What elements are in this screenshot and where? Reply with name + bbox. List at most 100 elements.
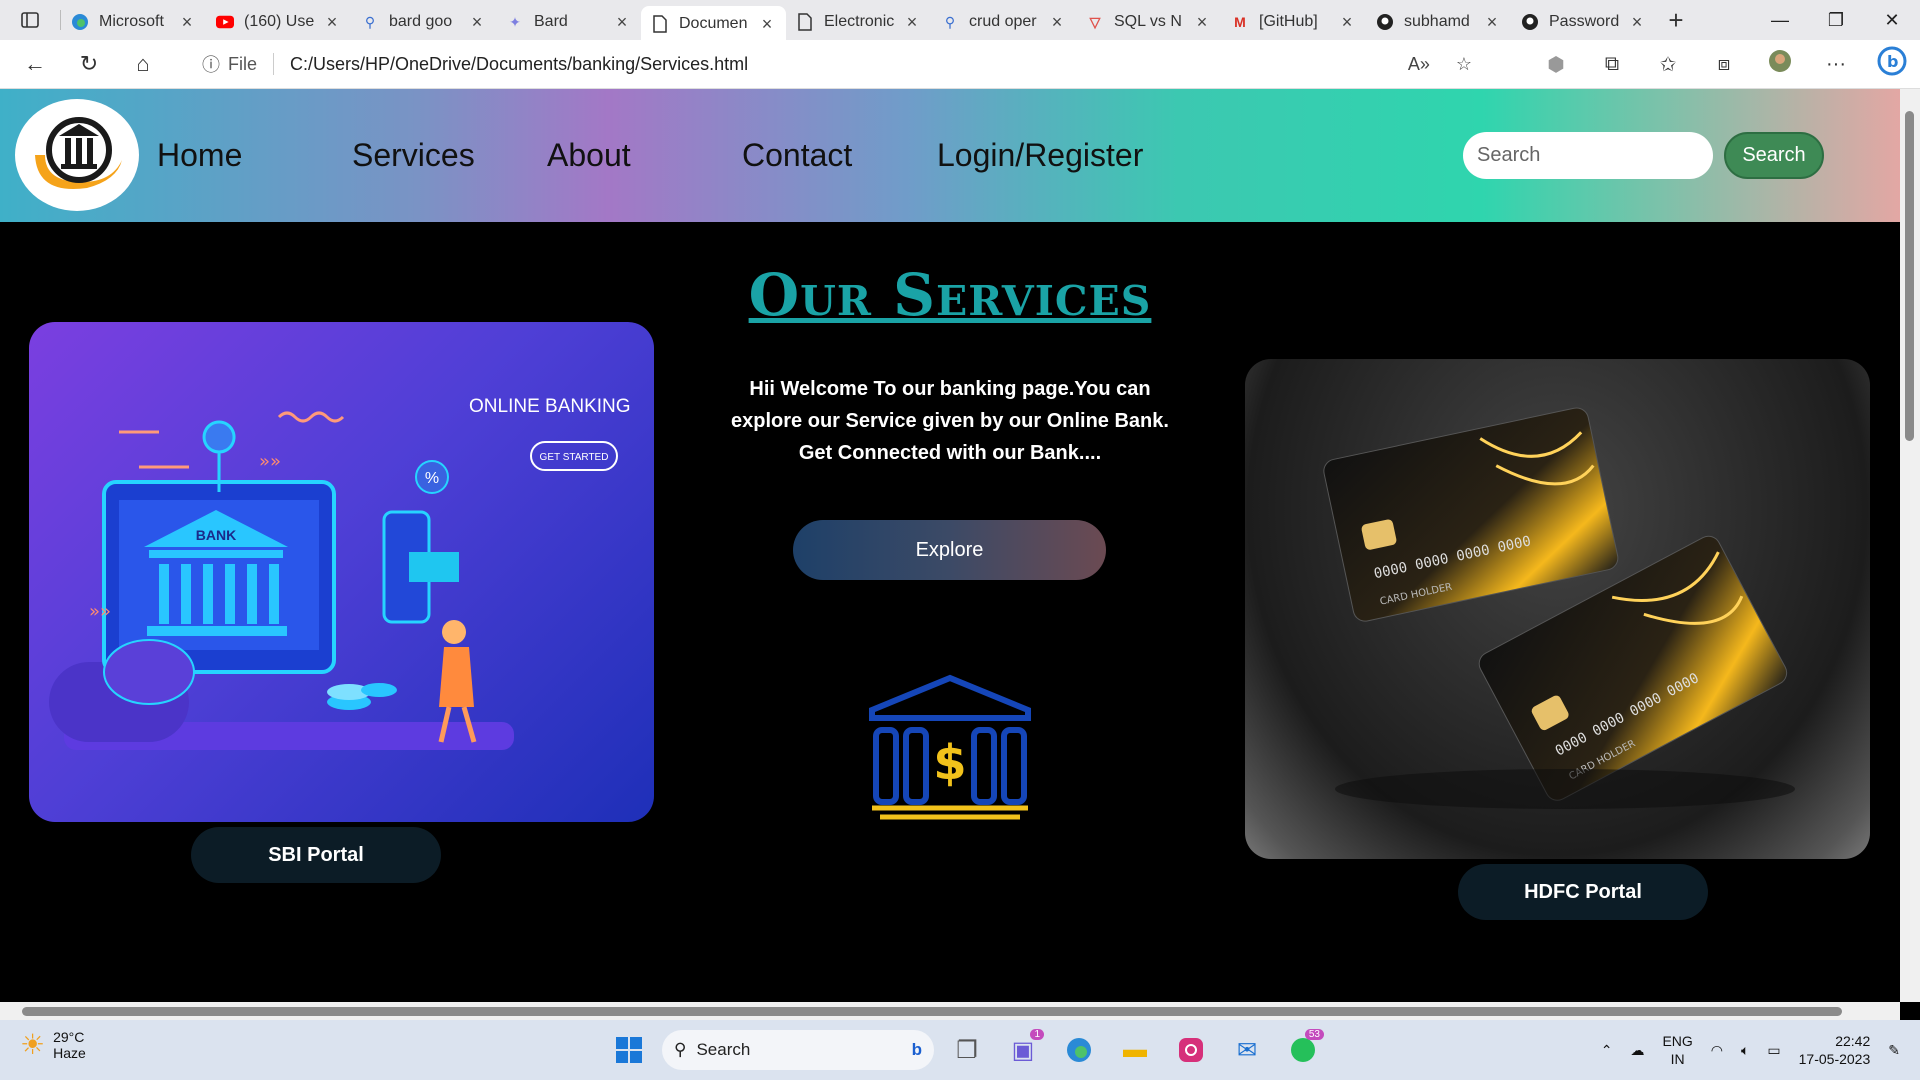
nav-home-link[interactable]: Home [157, 137, 242, 174]
read-aloud-icon[interactable]: A» [1408, 54, 1430, 75]
search-icon: ⚲ [674, 1040, 687, 1059]
minimize-icon[interactable]: — [1752, 0, 1808, 40]
close-tab-icon[interactable]: × [1048, 12, 1066, 33]
chevron-up-icon[interactable]: ⌃ [1601, 1042, 1613, 1059]
instagram-icon[interactable] [1168, 1027, 1214, 1073]
vertical-scrollbar-thumb[interactable] [1905, 111, 1914, 441]
task-view-icon[interactable]: ❐ [944, 1027, 990, 1073]
bard-icon: ✦ [509, 13, 521, 30]
url-divider [273, 53, 275, 75]
windows-start-icon[interactable] [606, 1027, 652, 1073]
battery-icon[interactable]: ▭ [1767, 1042, 1780, 1059]
close-tab-icon[interactable]: × [1483, 12, 1501, 33]
url-actions: A» ☆ [1408, 45, 1472, 83]
browser-tab[interactable]: Microsoft × [61, 6, 206, 38]
welcome-line: explore our Service given by our Online … [731, 410, 1169, 432]
document-icon [796, 13, 814, 31]
address-bar[interactable]: ⓘ File C:/Users/HP/OneDrive/Documents/ba… [182, 45, 1492, 83]
more-options-icon[interactable]: ··· [1808, 53, 1864, 76]
browser-tab[interactable]: ✦ Bard × [496, 6, 641, 38]
bing-chat-icon[interactable]: b [1864, 46, 1920, 82]
bank-logo[interactable] [15, 99, 139, 211]
file-explorer-icon[interactable]: ▬ [1112, 1027, 1158, 1073]
welcome-line: Get Connected with our Bank.... [798, 442, 1102, 464]
svg-text:b: b [1887, 52, 1898, 71]
browser-tab[interactable]: Electronic × [786, 6, 931, 38]
browser-toolbar: ← ↻ ⌂ ⓘ File C:/Users/HP/OneDrive/Docume… [0, 40, 1920, 89]
card-title-text: ONLINE BANKING [469, 396, 631, 417]
bing-icon: b [911, 1040, 922, 1059]
extensions-puzzle-icon[interactable]: ⧉ [1584, 53, 1640, 76]
language-indicator[interactable]: ENG IN [1662, 1032, 1692, 1068]
site-search-input[interactable] [1463, 132, 1713, 179]
close-tab-icon[interactable]: × [1338, 12, 1356, 33]
clock[interactable]: 22:42 17-05-2023 [1799, 1032, 1871, 1068]
browser-tab[interactable]: (160) Use × [206, 6, 351, 38]
sbi-portal-button[interactable]: SBI Portal [191, 827, 441, 883]
nav-about-link[interactable]: About [547, 137, 631, 174]
onedrive-icon[interactable]: ☁ [1630, 1042, 1644, 1059]
get-started-text: GET STARTED [540, 452, 609, 463]
volume-icon[interactable]: 🔈︎ [1741, 1042, 1749, 1059]
close-window-icon[interactable]: ✕ [1864, 0, 1920, 40]
nav-contact-link[interactable]: Contact [742, 137, 852, 174]
search-icon: ⚲ [944, 13, 956, 30]
system-tray: ⌃ ☁ ENG IN ◠ 🔈︎ ▭ 22:42 17-05-2023 ✎ [1601, 1020, 1900, 1080]
new-tab-button[interactable]: + [1656, 5, 1696, 36]
close-tab-icon[interactable]: × [903, 12, 921, 33]
horizontal-scrollbar[interactable] [0, 1002, 1900, 1020]
vertical-scrollbar[interactable] [1900, 89, 1920, 1002]
nav-services-link[interactable]: Services [352, 137, 475, 174]
restore-icon[interactable]: ❐ [1808, 0, 1864, 40]
browser-tab[interactable]: ▽ SQL vs N × [1076, 6, 1221, 38]
browser-tab[interactable]: subhamd × [1366, 6, 1511, 38]
browser-tab-bar: Microsoft × (160) Use × ⚲ bard goo × ✦ B… [0, 0, 1920, 42]
refresh-icon[interactable]: ↻ [62, 51, 116, 77]
browser-tab[interactable]: ⚲ bard goo × [351, 6, 496, 38]
nav-login-register-link[interactable]: Login/Register [937, 137, 1143, 174]
whatsapp-icon[interactable]: 53 [1280, 1027, 1326, 1073]
back-icon[interactable]: ← [8, 51, 62, 77]
close-tab-icon[interactable]: × [1193, 12, 1211, 33]
close-tab-icon[interactable]: × [468, 12, 486, 33]
profile-avatar[interactable] [1752, 49, 1808, 79]
close-tab-icon[interactable]: × [323, 12, 341, 33]
weather-widget[interactable]: ☀ 29°C Haze [20, 1028, 86, 1061]
mail-icon[interactable]: ✉ [1224, 1027, 1270, 1073]
services-heading-wrap: Our Services [0, 261, 1900, 329]
horizontal-scrollbar-thumb[interactable] [22, 1007, 1842, 1016]
close-tab-icon[interactable]: × [758, 14, 776, 35]
weather-icon: ☀ [20, 1029, 46, 1060]
edge-browser-icon[interactable] [1056, 1027, 1102, 1073]
site-search-button[interactable]: Search [1724, 132, 1824, 179]
close-tab-icon[interactable]: × [178, 12, 196, 33]
taskbar-apps: ⚲ Search b ❐ ▣ 1 ▬ ✉ 53 [606, 1020, 1326, 1080]
notification-icon[interactable]: ✎ [1888, 1042, 1900, 1059]
site-info-button[interactable]: ⓘ File [202, 51, 257, 77]
welcome-text: Hii Welcome To our banking page.You can … [710, 373, 1190, 469]
tab-actions-button[interactable] [0, 0, 60, 40]
explore-button[interactable]: Explore [793, 520, 1106, 580]
url-text[interactable]: C:/Users/HP/OneDrive/Documents/banking/S… [290, 54, 748, 75]
bank-label-text: BANK [196, 527, 236, 543]
close-tab-icon[interactable]: × [613, 12, 631, 33]
extension-icon[interactable]: ⬢ [1528, 52, 1584, 77]
browser-tab[interactable]: Password × [1511, 6, 1656, 38]
taskbar-search[interactable]: ⚲ Search b [662, 1030, 934, 1070]
browser-tab[interactable]: M [GitHub] × [1221, 6, 1366, 38]
teams-badge: 1 [1030, 1029, 1044, 1040]
windows-taskbar: ☀ 29°C Haze ⚲ Search b ❐ ▣ 1 ▬ ✉ 53 ⌃ ☁ … [0, 1020, 1920, 1080]
add-favorite-icon[interactable]: ☆ [1456, 54, 1472, 75]
wifi-icon[interactable]: ◠ [1711, 1042, 1723, 1059]
favorites-icon[interactable]: ✩ [1640, 52, 1696, 77]
browser-tab[interactable]: ⚲ crud oper × [931, 6, 1076, 38]
close-tab-icon[interactable]: × [1628, 12, 1646, 33]
collections-icon[interactable]: ⧈ [1696, 53, 1752, 76]
hdfc-portal-button[interactable]: HDFC Portal [1458, 864, 1708, 920]
home-icon[interactable]: ⌂ [116, 51, 170, 77]
browser-tab-active[interactable]: Documen × [641, 6, 786, 42]
web-page: Home Services About Contact Login/Regist… [0, 89, 1900, 1002]
document-icon [651, 15, 669, 33]
teams-chat-icon[interactable]: ▣ 1 [1000, 1027, 1046, 1073]
toolbar-actions: ⬢ ⧉ ✩ ⧈ ··· b [1528, 40, 1920, 88]
